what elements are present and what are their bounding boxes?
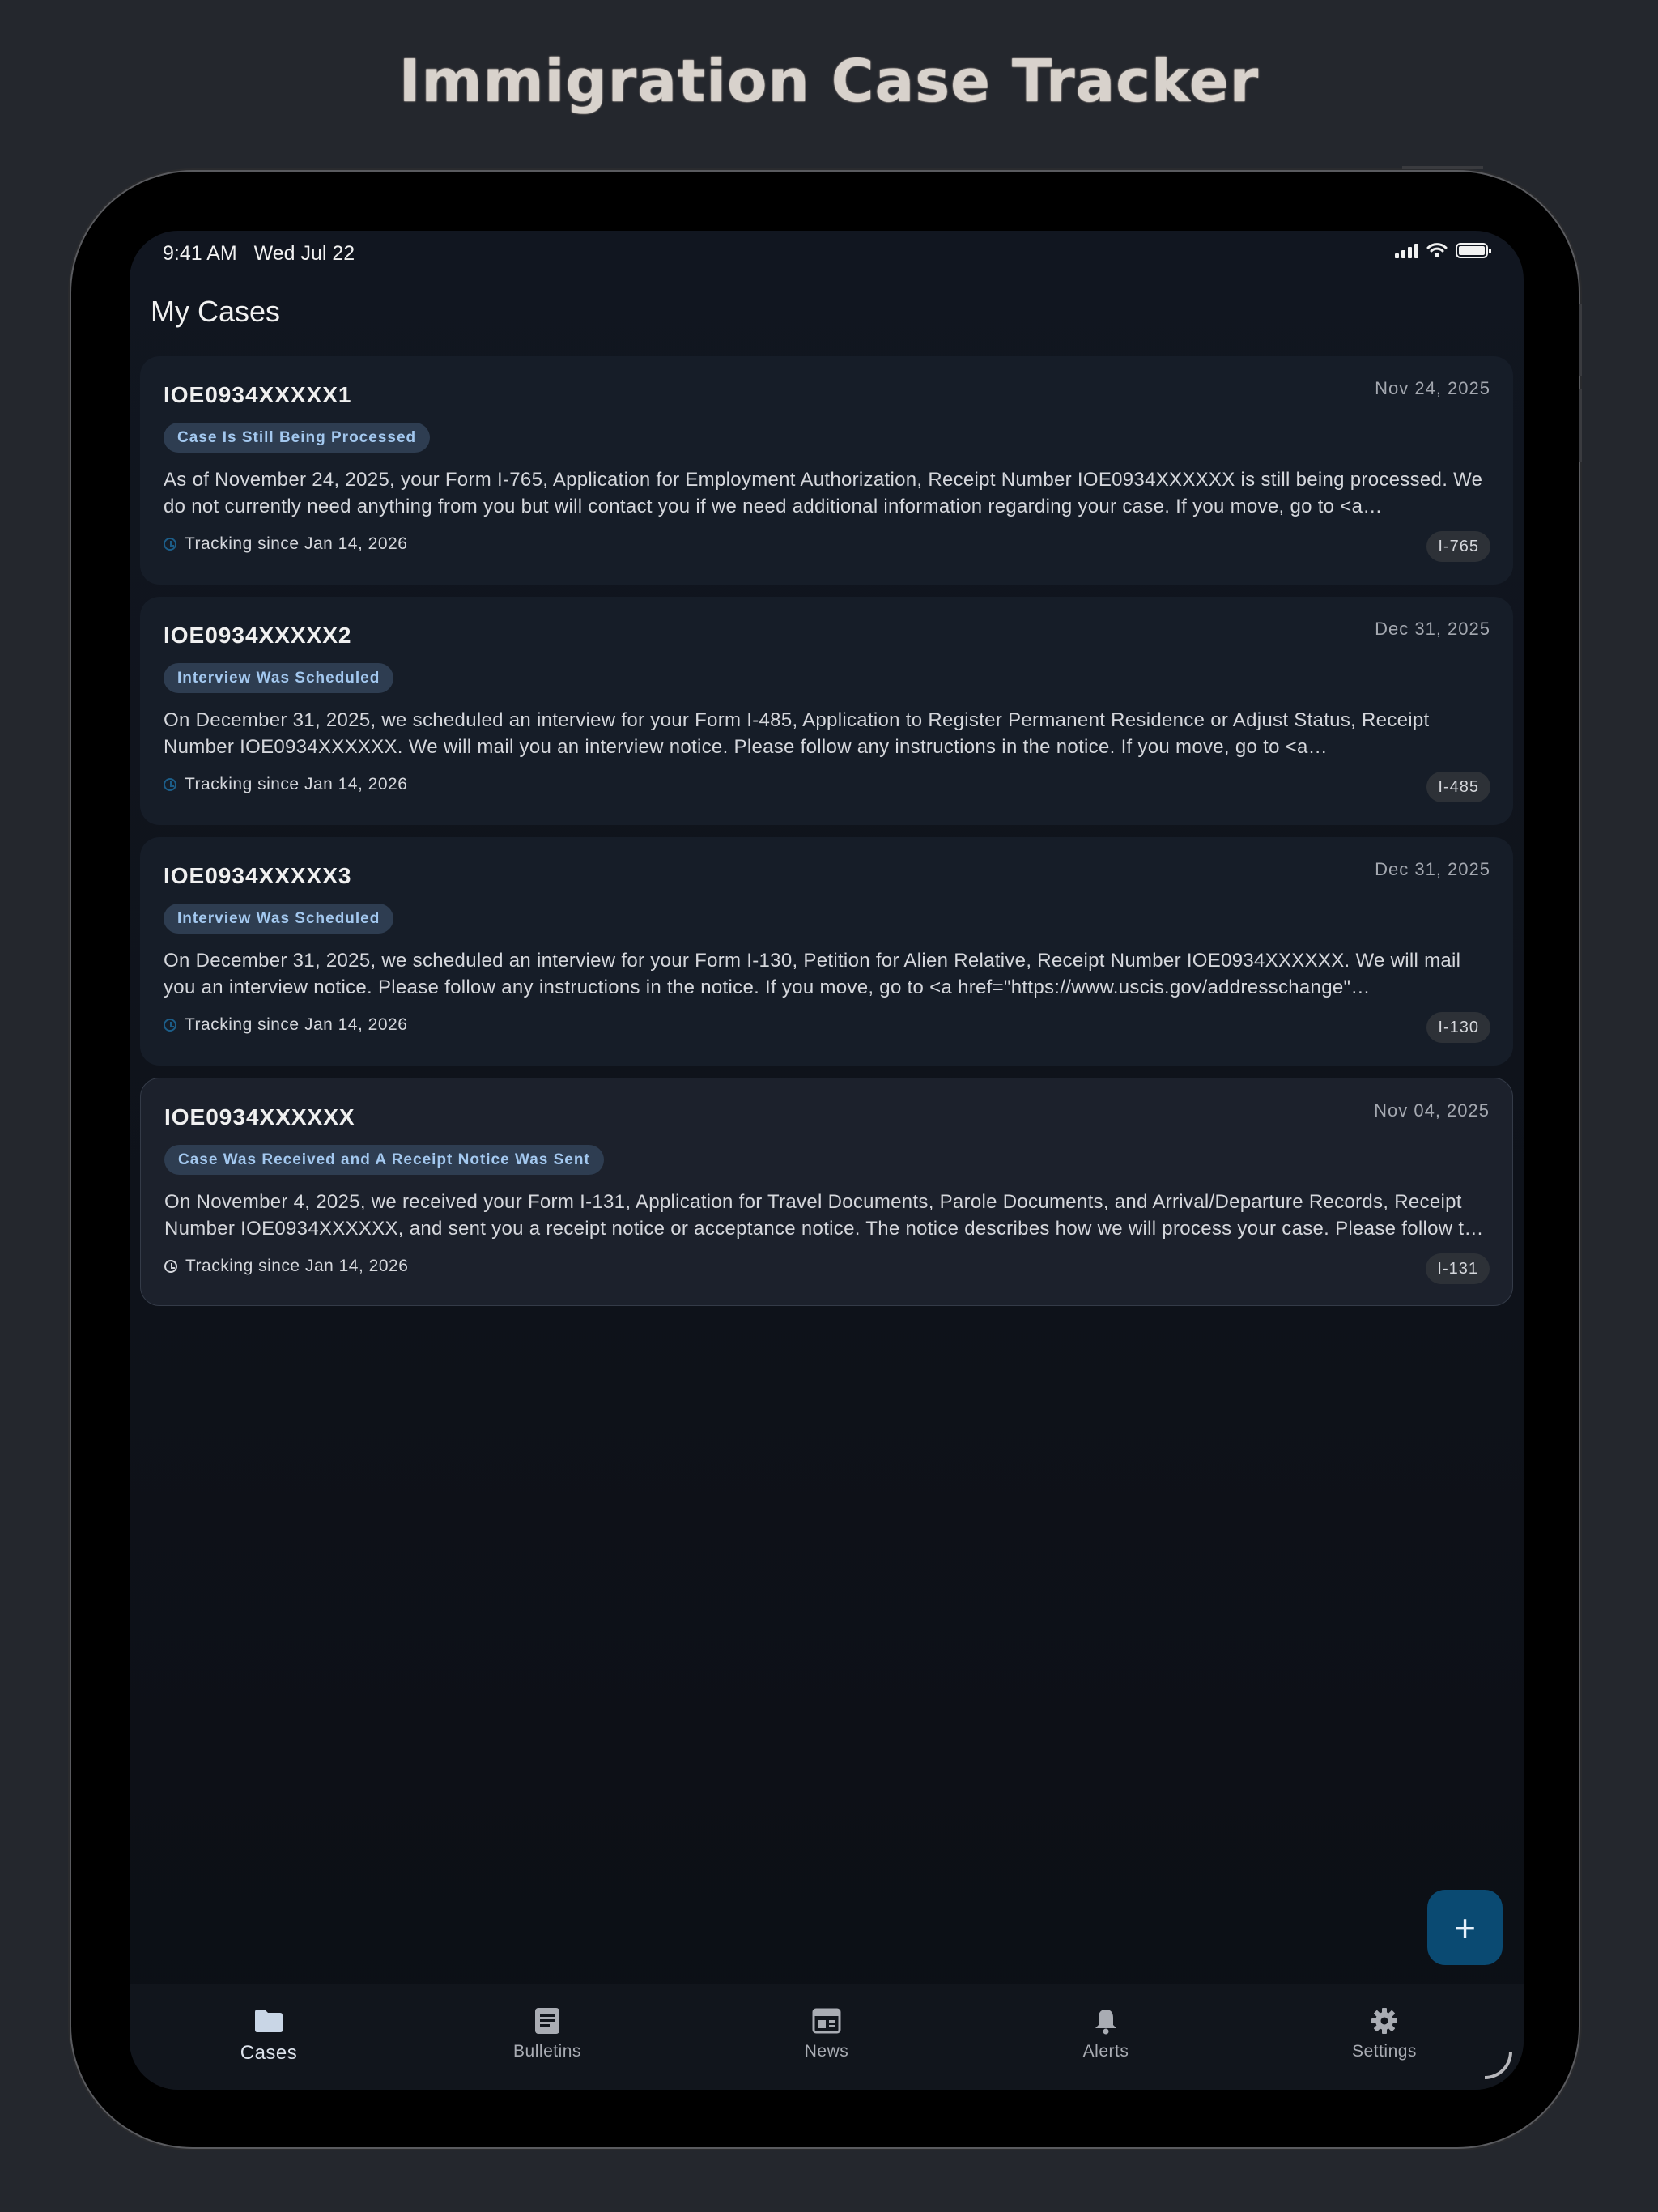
app-headline: Immigration Case Tracker (398, 47, 1260, 115)
status-icons (1395, 242, 1491, 258)
battery-icon (1456, 242, 1491, 258)
tab-cases[interactable]: Cases (188, 2005, 350, 2065)
case-form-chip: I-131 (1426, 1253, 1490, 1284)
case-tracking-text: Tracking since Jan 14, 2026 (185, 775, 408, 793)
case-card[interactable]: IOE0934XXXXX3 Dec 31, 2025 Interview Was… (140, 837, 1513, 1066)
case-card[interactable]: IOE0934XXXXX2 Dec 31, 2025 Interview Was… (140, 597, 1513, 825)
case-card[interactable]: IOE0934XXXXX1 Nov 24, 2025 Case Is Still… (140, 356, 1513, 585)
case-tracking-text: Tracking since Jan 14, 2026 (185, 1015, 408, 1034)
case-receipt-number: IOE0934XXXXXX (164, 1104, 355, 1129)
clock-icon (164, 778, 176, 791)
cellular-signal-icon (1395, 242, 1418, 258)
case-tracking: Tracking since Jan 14, 2026 (164, 534, 407, 554)
status-time-date: 9:41 AM Wed Jul 22 (163, 242, 355, 265)
clock-icon (164, 1019, 176, 1032)
add-case-button[interactable]: + (1427, 1890, 1503, 1965)
bell-icon (1090, 2005, 1122, 2037)
tablet-volume-up-button (1579, 304, 1582, 376)
case-receipt-number: IOE0934XXXXX2 (164, 623, 352, 648)
case-status-chip: Interview Was Scheduled (164, 904, 394, 934)
tablet-top-button (1402, 166, 1483, 169)
case-tracking-text: Tracking since Jan 14, 2026 (185, 1257, 409, 1275)
clock-icon (164, 538, 176, 551)
case-tracking: Tracking since Jan 14, 2026 (164, 775, 407, 794)
tab-label: Bulletins (513, 2042, 581, 2061)
case-status-chip: Case Is Still Being Processed (164, 423, 431, 453)
page-title: My Cases (151, 295, 281, 328)
wifi-icon (1426, 243, 1448, 257)
case-status-chip: Case Was Received and A Receipt Notice W… (164, 1145, 604, 1175)
case-date: Dec 31, 2025 (1375, 859, 1490, 879)
case-date: Nov 24, 2025 (1375, 378, 1490, 398)
case-list: IOE0934XXXXX1 Nov 24, 2025 Case Is Still… (140, 356, 1513, 1318)
case-description: On November 4, 2025, we received your Fo… (164, 1191, 1486, 1240)
case-tracking: Tracking since Jan 14, 2026 (164, 1257, 408, 1276)
folder-icon (253, 2005, 285, 2037)
case-card[interactable]: IOE0934XXXXXX Nov 04, 2025 Case Was Rece… (140, 1078, 1513, 1306)
tab-alerts[interactable]: Alerts (1025, 2005, 1187, 2061)
case-receipt-number: IOE0934XXXXX3 (164, 863, 352, 888)
tab-news[interactable]: News (746, 2005, 908, 2061)
case-form-chip: I-485 (1426, 772, 1490, 802)
tab-settings[interactable]: Settings (1303, 2005, 1465, 2061)
case-date: Dec 31, 2025 (1375, 619, 1490, 639)
status-bar: 9:41 AM Wed Jul 22 (130, 231, 1524, 279)
app-screen: 9:41 AM Wed Jul 22 My Cases IOE0934XXXXX… (130, 231, 1524, 2090)
case-tracking-text: Tracking since Jan 14, 2026 (185, 534, 408, 553)
newspaper-icon (810, 2005, 843, 2037)
case-description: On December 31, 2025, we scheduled an in… (164, 709, 1430, 758)
case-form-chip: I-765 (1426, 531, 1490, 562)
case-description: As of November 24, 2025, your Form I-765… (164, 469, 1483, 517)
bottom-tab-bar: Cases Bulletins News Alerts Settings (130, 1984, 1524, 2090)
gear-icon (1368, 2005, 1401, 2037)
article-icon (531, 2005, 563, 2037)
tab-bulletins[interactable]: Bulletins (466, 2005, 628, 2061)
plus-icon: + (1454, 1906, 1476, 1949)
case-description: On December 31, 2025, we scheduled an in… (164, 950, 1461, 998)
tab-label: Cases (240, 2042, 298, 2064)
case-form-chip: I-130 (1426, 1012, 1490, 1043)
tab-label: Settings (1352, 2042, 1417, 2061)
case-tracking: Tracking since Jan 14, 2026 (164, 1015, 407, 1035)
case-status-chip: Interview Was Scheduled (164, 663, 394, 693)
tab-label: Alerts (1082, 2042, 1129, 2061)
case-receipt-number: IOE0934XXXXX1 (164, 382, 352, 407)
clock-icon (164, 1260, 177, 1273)
tab-label: News (804, 2042, 849, 2061)
tablet-volume-down-button (1579, 389, 1582, 462)
case-date: Nov 04, 2025 (1374, 1100, 1490, 1121)
